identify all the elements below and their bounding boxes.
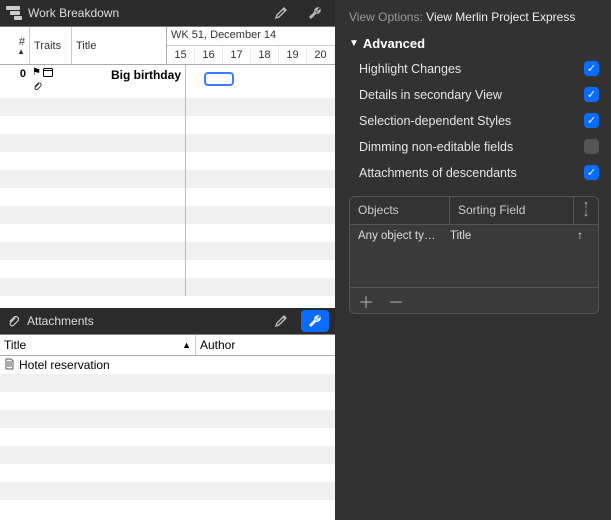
attachments-column-headers: Title ▲ Author (0, 334, 335, 356)
sort-col-direction[interactable]: ↑↓ (574, 197, 598, 224)
gantt-day: 19 (279, 46, 307, 64)
sort-col-field[interactable]: Sorting Field (450, 197, 574, 224)
gantt-task-bar[interactable] (204, 72, 234, 86)
view-options-label: View Options: (349, 10, 423, 24)
sort-row-field: Title (450, 230, 570, 242)
gantt-day: 20 (307, 46, 335, 64)
option-highlight-changes[interactable]: Highlight Changes ✓ (359, 61, 599, 76)
col-traits[interactable]: Traits (30, 27, 72, 64)
option-label: Details in secondary View (359, 88, 584, 102)
gantt-week-header: WK 51, December 14 (167, 27, 335, 46)
option-attachments-descendants[interactable]: Attachments of descendants ✓ (359, 165, 599, 180)
col-title-label: Title (76, 40, 162, 52)
style-brush-button[interactable] (267, 310, 295, 332)
col-traits-label: Traits (34, 40, 67, 52)
row-number: 0 (0, 65, 30, 98)
attachments-title: Attachments (27, 314, 261, 328)
remove-sort-rule-button[interactable]: － (388, 289, 404, 313)
sorting-table: Objects Sorting Field ↑↓ Any object ty… … (349, 196, 599, 314)
checkbox[interactable]: ✓ (584, 87, 599, 102)
checkbox[interactable]: ✓ (584, 165, 599, 180)
attachment-row[interactable]: Hotel reservation (0, 356, 335, 374)
option-label: Highlight Changes (359, 62, 584, 76)
option-details-secondary[interactable]: Details in secondary View ✓ (359, 87, 599, 102)
add-sort-rule-button[interactable]: ＋ (358, 289, 374, 313)
attachment-title: Hotel reservation (19, 358, 110, 372)
advanced-section-toggle[interactable]: ▼ Advanced (349, 36, 599, 51)
sort-row-object: Any object ty… (358, 230, 450, 242)
col-title[interactable]: Title (72, 27, 166, 64)
checkbox[interactable]: ✓ (584, 113, 599, 128)
view-options-header: View Options: View Merlin Project Expres… (349, 10, 599, 24)
table-row[interactable]: 0 ⚑ Big birthda (0, 65, 335, 98)
row-title: Big birthday (72, 65, 185, 98)
sort-col-objects-label: Objects (358, 203, 399, 217)
sort-col-objects[interactable]: Objects (350, 197, 450, 224)
document-icon (4, 358, 15, 373)
attachments-icon (6, 314, 21, 329)
gantt-day: 17 (223, 46, 251, 64)
row-traits: ⚑ (30, 65, 72, 98)
att-col-author-label: Author (200, 338, 235, 352)
work-breakdown-title: Work Breakdown (28, 6, 261, 20)
sort-row-dir: ↑ (570, 230, 590, 242)
sort-rule-row[interactable]: Any object ty… Title ↑ (350, 225, 598, 247)
sort-col-field-label: Sorting Field (458, 203, 525, 217)
option-dimming[interactable]: Dimming non-editable fields (359, 139, 599, 154)
gantt-day: 18 (251, 46, 279, 64)
option-selection-styles[interactable]: Selection-dependent Styles ✓ (359, 113, 599, 128)
advanced-section-title: Advanced (363, 36, 425, 51)
gantt-day: 15 (167, 46, 195, 64)
option-label: Attachments of descendants (359, 166, 584, 180)
settings-wrench-button[interactable] (301, 2, 329, 24)
style-brush-button[interactable] (267, 2, 295, 24)
att-col-title[interactable]: Title ▲ (0, 335, 196, 355)
att-col-author[interactable]: Author (196, 335, 335, 355)
att-col-title-label: Title (4, 338, 26, 352)
flag-icon: ⚑ (32, 67, 41, 80)
option-label: Dimming non-editable fields (359, 140, 584, 154)
calendar-icon (43, 67, 53, 80)
settings-wrench-button[interactable] (301, 310, 329, 332)
disclosure-triangle-icon: ▼ (349, 38, 359, 49)
checkbox[interactable]: ✓ (584, 61, 599, 76)
option-label: Selection-dependent Styles (359, 114, 584, 128)
checkbox[interactable] (584, 139, 599, 154)
view-options-value: View Merlin Project Express (426, 10, 575, 24)
col-number[interactable]: # ▲ (0, 27, 30, 64)
outline-icon (6, 6, 22, 20)
gantt-day: 16 (195, 46, 223, 64)
wb-column-headers: # ▲ Traits Title WK 51, December 14 15 1… (0, 27, 335, 65)
attachment-icon (32, 81, 43, 95)
sort-indicator-icon: ▲ (17, 49, 25, 55)
sort-indicator-icon: ▲ (182, 340, 191, 350)
